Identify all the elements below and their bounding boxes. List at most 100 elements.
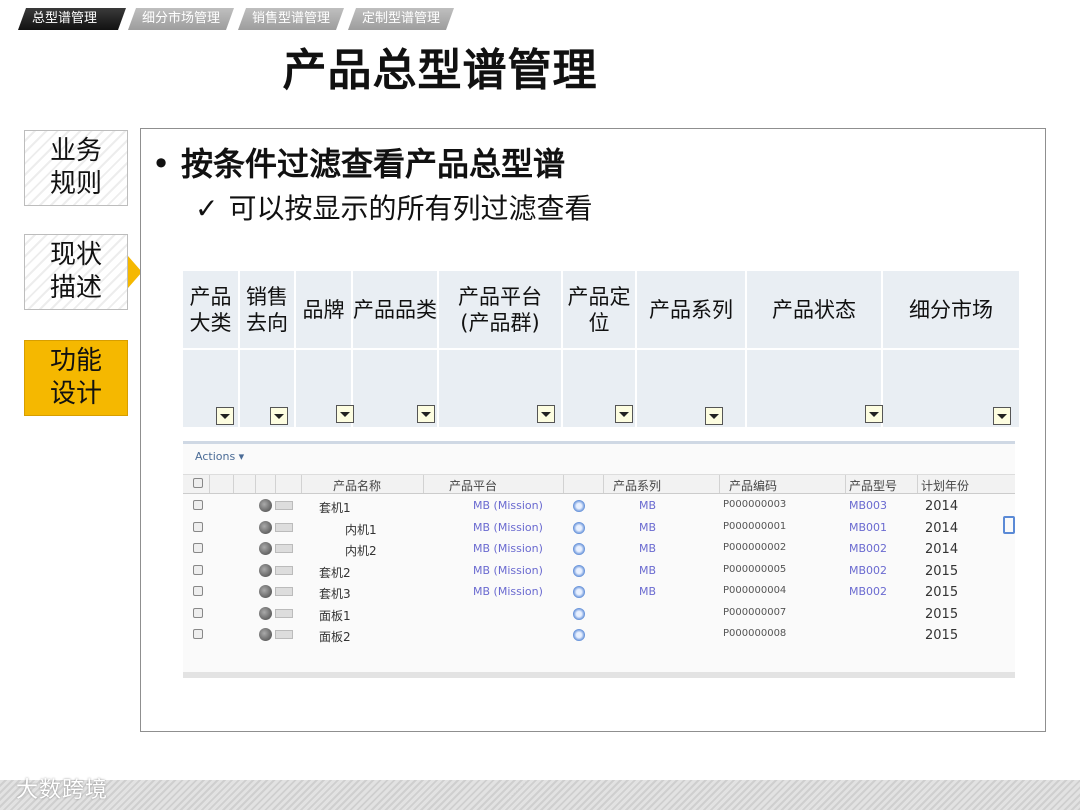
row-status-icon[interactable] bbox=[259, 606, 272, 620]
grid-header-code[interactable]: 产品编码 bbox=[729, 477, 777, 494]
cell-name: 套机3 bbox=[319, 587, 351, 601]
table-row[interactable]: 内机2 MB (Mission) MB P000000002 MB002 2014 bbox=[183, 539, 1015, 560]
filter-dropdown-icon[interactable] bbox=[615, 405, 633, 423]
table-row[interactable]: 套机2 MB (Mission) MB P000000005 MB002 2015 bbox=[183, 561, 1015, 582]
row-status-icon[interactable] bbox=[259, 520, 272, 534]
globe-icon[interactable] bbox=[573, 629, 585, 641]
row-toggle-icon[interactable] bbox=[275, 630, 293, 639]
bullet-text: 按条件过滤查看产品总型谱 bbox=[181, 145, 566, 183]
cell-model: MB003 bbox=[849, 499, 888, 512]
side-label-line2: 设计 bbox=[49, 379, 102, 409]
table-row[interactable]: 面板1 P000000007 2015 bbox=[183, 604, 1015, 625]
cell-model: MB001 bbox=[849, 520, 888, 534]
column-header: 产品定位 bbox=[563, 271, 635, 350]
row-checkbox[interactable] bbox=[193, 521, 203, 532]
side-item-current-status[interactable]: 现状 描述 bbox=[24, 234, 128, 310]
row-toggle-icon[interactable] bbox=[275, 565, 293, 575]
cell-code: P000000002 bbox=[723, 542, 787, 553]
row-toggle-icon[interactable] bbox=[275, 501, 293, 510]
row-toggle-icon[interactable] bbox=[275, 522, 293, 532]
actions-menu[interactable]: Actions ▾ bbox=[195, 450, 244, 463]
cell-platform: MB (Mission) bbox=[473, 520, 543, 534]
globe-icon[interactable] bbox=[573, 564, 585, 577]
cell-name: 内机2 bbox=[345, 544, 377, 558]
filter-dropdown-icon[interactable] bbox=[336, 405, 354, 423]
cell-series: MB bbox=[639, 585, 657, 598]
cell-year: 2015 bbox=[925, 585, 959, 600]
grid-header-name[interactable]: 产品名称 bbox=[333, 477, 381, 494]
row-checkbox[interactable] bbox=[193, 629, 203, 639]
filter-column: 产品品类 bbox=[353, 271, 439, 427]
filter-column: 产品系列 bbox=[637, 271, 747, 427]
filter-column: 产品状态 bbox=[747, 271, 883, 427]
globe-icon[interactable] bbox=[573, 543, 585, 555]
footer-bar: 大数跨境 bbox=[0, 778, 1080, 810]
cell-code: P000000007 bbox=[723, 606, 787, 618]
cell-platform: MB (Mission) bbox=[473, 499, 543, 512]
globe-icon[interactable] bbox=[573, 586, 585, 598]
row-checkbox[interactable] bbox=[193, 543, 203, 553]
filter-dropdown-icon[interactable] bbox=[993, 407, 1011, 425]
grid-header-model[interactable]: 产品型号 bbox=[849, 477, 897, 494]
table-row[interactable]: 面板2 P000000008 2015 bbox=[183, 625, 1015, 646]
tab-total-spectrum[interactable]: 总型谱管理 bbox=[18, 8, 126, 30]
grid-header-series[interactable]: 产品系列 bbox=[613, 477, 661, 494]
cell-model: MB002 bbox=[849, 563, 888, 577]
column-header: 产品平台 (产品群) bbox=[439, 271, 561, 350]
filter-dropdown-icon[interactable] bbox=[270, 407, 288, 425]
page-title: 产品总型谱管理 bbox=[282, 45, 598, 96]
side-item-business-rules[interactable]: 业务 规则 bbox=[24, 130, 128, 206]
grid-header-year[interactable]: 计划年份 bbox=[921, 477, 969, 494]
filter-column: 产品 大类 bbox=[183, 271, 240, 427]
table-row[interactable]: 内机1 MB (Mission) MB P000000001 MB001 2014 bbox=[183, 518, 1015, 539]
filter-dropdown-icon[interactable] bbox=[216, 407, 234, 425]
side-item-function-design[interactable]: 功能 设计 bbox=[24, 340, 128, 416]
filter-dropdown-icon[interactable] bbox=[865, 405, 883, 423]
cell-series: MB bbox=[639, 499, 657, 512]
row-checkbox[interactable] bbox=[193, 586, 203, 596]
globe-icon[interactable] bbox=[573, 607, 585, 620]
side-label-line1: 现状 bbox=[49, 240, 102, 270]
row-checkbox[interactable] bbox=[193, 607, 203, 618]
row-checkbox[interactable] bbox=[193, 564, 203, 575]
globe-icon[interactable] bbox=[573, 500, 585, 512]
side-label-line1: 业务 bbox=[49, 136, 102, 166]
check-icon: ✓ bbox=[195, 192, 219, 225]
cell-name: 套机1 bbox=[319, 501, 351, 515]
cell-platform: MB (Mission) bbox=[473, 585, 543, 598]
row-checkbox[interactable] bbox=[193, 500, 203, 510]
tab-sales-spectrum[interactable]: 销售型谱管理 bbox=[238, 8, 344, 30]
table-row[interactable]: 套机3 MB (Mission) MB P000000004 MB002 2015 bbox=[183, 582, 1015, 603]
product-data-grid: Actions ▾ 产品名称 产品平台 产品系列 产品编码 产品型号 计划年份 … bbox=[183, 441, 1015, 678]
filter-column: 产品平台 (产品群) bbox=[439, 271, 563, 427]
row-toggle-icon[interactable] bbox=[275, 608, 293, 618]
row-status-icon[interactable] bbox=[259, 563, 272, 577]
row-status-icon[interactable] bbox=[259, 585, 272, 598]
row-toggle-icon[interactable] bbox=[275, 587, 293, 596]
row-status-icon[interactable] bbox=[259, 542, 272, 555]
scroll-indicator[interactable] bbox=[1003, 516, 1015, 534]
column-header: 产品系列 bbox=[637, 271, 745, 350]
tab-custom-spectrum[interactable]: 定制型谱管理 bbox=[348, 8, 454, 30]
filter-dropdown-icon[interactable] bbox=[705, 407, 723, 425]
cell-platform: MB (Mission) bbox=[473, 563, 543, 577]
row-status-icon[interactable] bbox=[259, 499, 272, 512]
globe-icon[interactable] bbox=[573, 521, 585, 534]
filter-dropdown-icon[interactable] bbox=[417, 405, 435, 423]
filter-column: 细分市场 bbox=[883, 271, 1019, 427]
row-status-icon[interactable] bbox=[259, 628, 272, 641]
table-row[interactable]: 套机1 MB (Mission) MB P000000003 MB003 2014 bbox=[183, 496, 1015, 517]
cell-year: 2015 bbox=[925, 628, 959, 643]
select-all-checkbox[interactable] bbox=[193, 478, 203, 488]
row-toggle-icon[interactable] bbox=[275, 544, 293, 553]
cell-series: MB bbox=[639, 542, 657, 555]
filter-dropdown-icon[interactable] bbox=[537, 405, 555, 423]
column-header: 细分市场 bbox=[883, 271, 1019, 350]
cell-platform: MB (Mission) bbox=[473, 542, 543, 555]
grid-header-row: 产品名称 产品平台 产品系列 产品编码 产品型号 计划年份 bbox=[183, 474, 1015, 494]
grid-header-platform[interactable]: 产品平台 bbox=[449, 477, 497, 494]
tab-market-segment[interactable]: 细分市场管理 bbox=[128, 8, 234, 30]
check-item: ✓ 可以按显示的所有列过滤查看 bbox=[195, 187, 592, 227]
bullet-heading: • 按条件过滤查看产品总型谱 bbox=[151, 145, 566, 183]
cell-year: 2014 bbox=[925, 520, 959, 536]
